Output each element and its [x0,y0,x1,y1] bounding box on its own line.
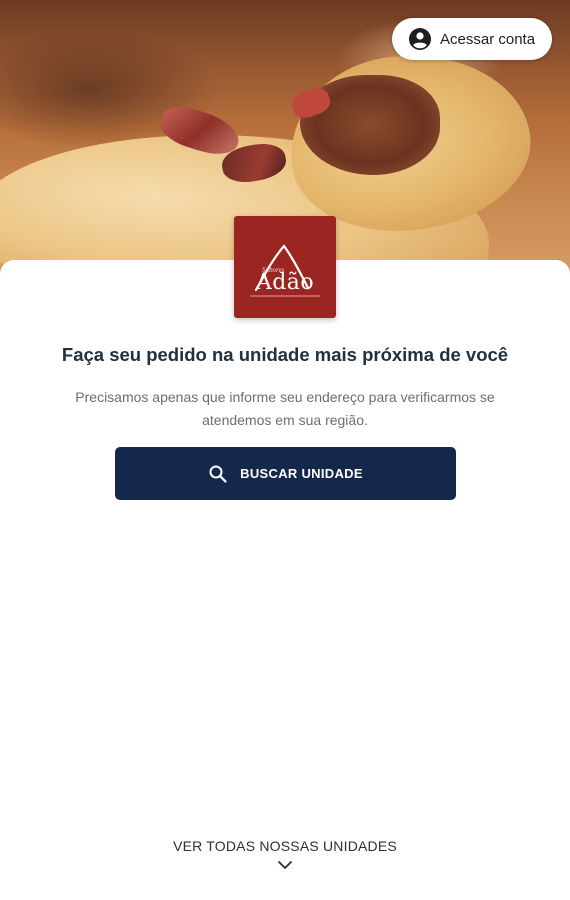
search-unit-button[interactable]: BUSCAR UNIDADE [115,447,456,500]
account-button-label: Acessar conta [440,30,536,48]
see-all-units-label: VER TODAS NOSSAS UNIDADES [173,838,397,854]
page-headline: Faça seu pedido na unidade mais próxima … [61,344,509,365]
see-all-units-link[interactable]: VER TODAS NOSSAS UNIDADES [0,838,570,870]
search-unit-button-label: BUSCAR UNIDADE [240,466,363,481]
chevron-down-icon[interactable] [277,858,293,870]
brand-logo: Sabores Adão [234,216,336,318]
page-description: Precisamos apenas que informe seu endere… [75,389,495,428]
account-circle-icon [408,27,432,51]
logo-text: Adão [255,270,315,295]
account-button[interactable]: Acessar conta [392,18,552,60]
search-icon [208,464,228,484]
